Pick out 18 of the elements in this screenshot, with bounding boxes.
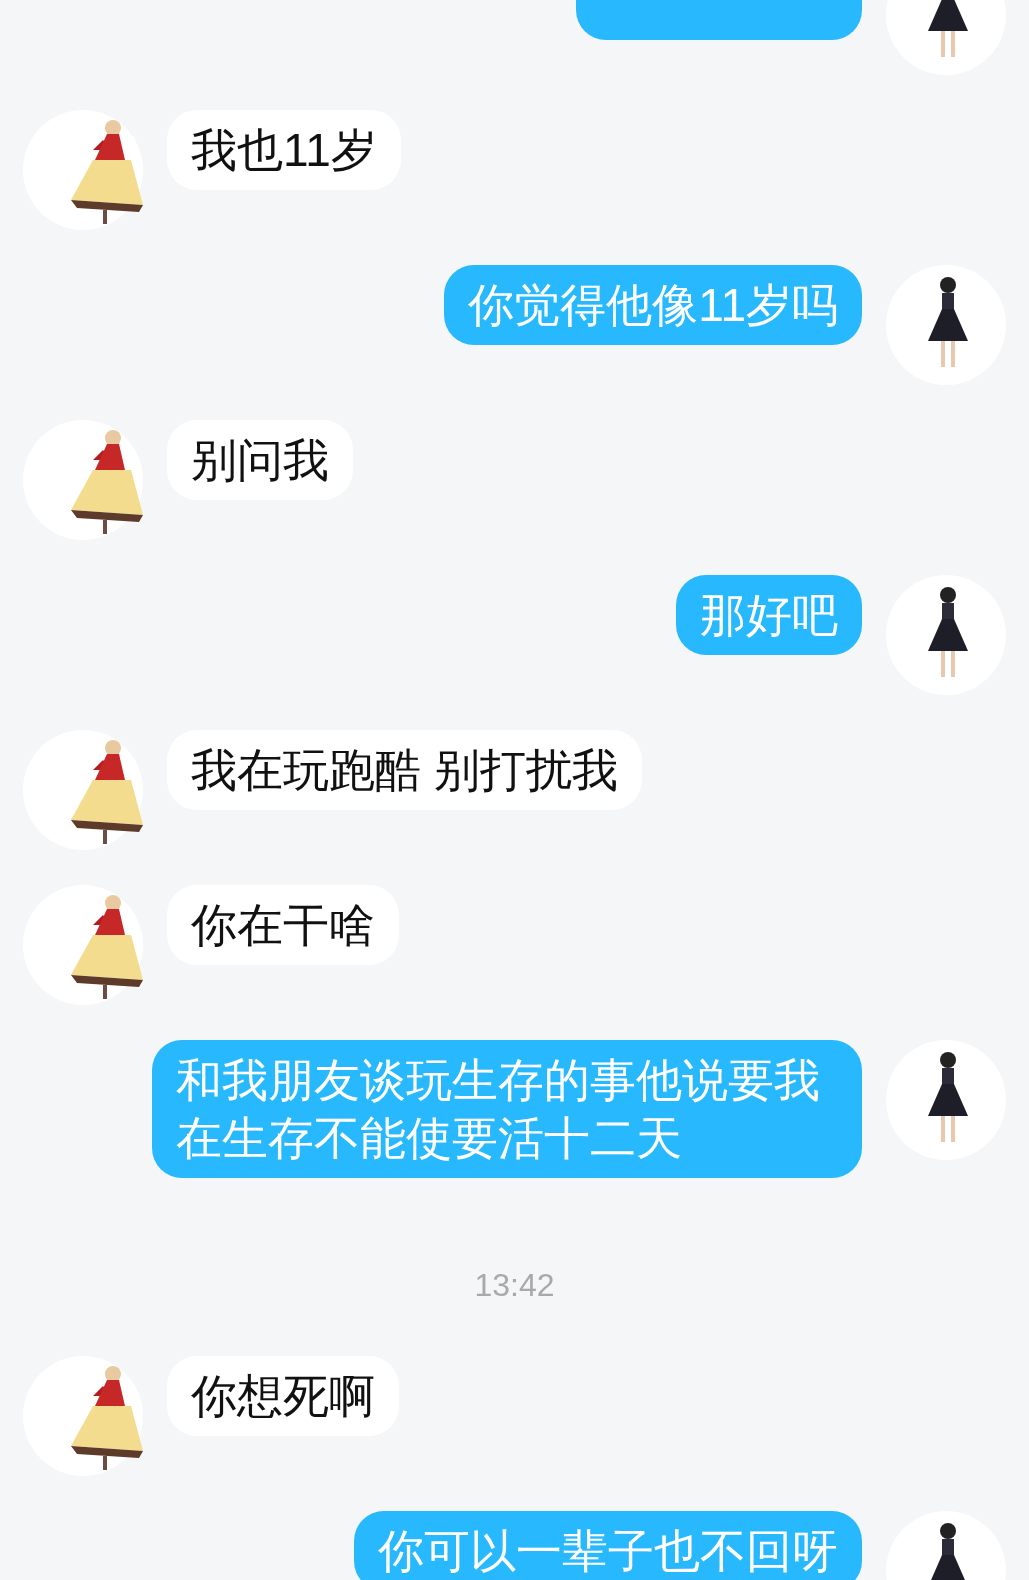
avatar[interactable]: [23, 730, 143, 850]
avatar[interactable]: [23, 885, 143, 1005]
timestamp: 13:42: [474, 1266, 555, 1305]
avatar[interactable]: [886, 575, 1006, 695]
avatar[interactable]: [886, 1040, 1006, 1160]
message-bubble: 我也11岁: [167, 110, 401, 190]
message-bubble: 你觉得他像11岁吗: [444, 265, 862, 345]
message-bubble: 和我朋友谈玩生存的事他说要我在生存不能使要活十二天: [152, 1040, 862, 1178]
message-bubble: 你想死啊: [167, 1356, 399, 1436]
avatar[interactable]: [23, 420, 143, 540]
avatar[interactable]: [23, 1356, 143, 1476]
avatar[interactable]: [23, 110, 143, 230]
message-bubble: 我在玩跑酷 别打扰我: [167, 730, 642, 810]
message-bubble: 你在干啥: [167, 885, 399, 965]
message-bubble: 你可以一辈子也不回呀: [354, 1511, 862, 1580]
message-bubble: 那好吧: [676, 575, 862, 655]
message-bubble: 别问我: [167, 420, 353, 500]
avatar[interactable]: [886, 265, 1006, 385]
